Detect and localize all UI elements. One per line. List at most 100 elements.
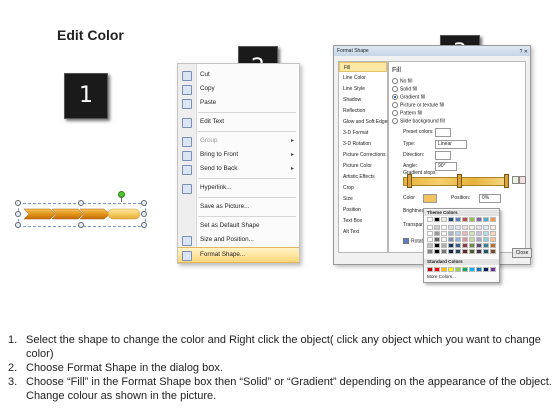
color-swatch[interactable] <box>490 267 496 272</box>
color-swatch[interactable] <box>455 249 461 254</box>
color-swatch[interactable] <box>462 217 468 222</box>
more-colors-link[interactable]: More Colors... <box>427 274 456 279</box>
sidebar-item-artistic-effects[interactable]: Artistic Effects <box>339 172 387 182</box>
sidebar-item-reflection[interactable]: Reflection <box>339 106 387 116</box>
color-swatch[interactable] <box>476 237 482 242</box>
color-swatch[interactable] <box>476 249 482 254</box>
color-swatch[interactable] <box>448 237 454 242</box>
color-swatch[interactable] <box>427 249 433 254</box>
color-swatch[interactable] <box>462 237 468 242</box>
sidebar-item-3d-format[interactable]: 3-D Format <box>339 128 387 138</box>
color-swatch[interactable] <box>448 217 454 222</box>
gradient-stop-handle[interactable] <box>457 174 462 188</box>
sidebar-item-picture-corrections[interactable]: Picture Corrections <box>339 150 387 160</box>
direction-dropdown[interactable] <box>435 151 451 160</box>
color-swatch[interactable] <box>455 217 461 222</box>
color-swatch[interactable] <box>455 243 461 248</box>
color-swatch[interactable] <box>469 249 475 254</box>
color-swatch[interactable] <box>469 231 475 236</box>
color-swatch[interactable] <box>434 225 440 230</box>
color-swatch[interactable] <box>476 243 482 248</box>
sidebar-item-glow[interactable]: Glow and Soft Edges <box>339 117 390 127</box>
menu-item-save-as-picture[interactable]: Save as Picture... <box>178 200 299 214</box>
sidebar-item-3d-rotation[interactable]: 3-D Rotation <box>339 139 387 149</box>
color-swatch[interactable] <box>434 217 440 222</box>
menu-item-send-to-back[interactable]: Send to Back ▸ <box>178 162 299 176</box>
sidebar-item-alt-text[interactable]: Alt Text <box>339 227 387 237</box>
sidebar-item-position[interactable]: Position <box>339 205 387 215</box>
menu-item-paste[interactable]: Paste <box>178 96 299 110</box>
resize-handle[interactable] <box>141 211 147 217</box>
color-swatch[interactable] <box>490 243 496 248</box>
color-swatch[interactable] <box>483 267 489 272</box>
color-swatch[interactable] <box>455 225 461 230</box>
menu-item-bring-to-front[interactable]: Bring to Front ▸ <box>178 148 299 162</box>
color-swatch[interactable] <box>434 249 440 254</box>
color-swatch[interactable] <box>434 243 440 248</box>
resize-handle[interactable] <box>15 222 21 228</box>
color-swatch[interactable] <box>462 267 468 272</box>
color-swatch[interactable] <box>490 231 496 236</box>
resize-handle[interactable] <box>141 222 147 228</box>
color-swatch[interactable] <box>448 243 454 248</box>
color-swatch[interactable] <box>427 243 433 248</box>
color-swatch[interactable] <box>441 237 447 242</box>
radio-no-fill[interactable]: No fill <box>392 78 413 84</box>
sidebar-item-picture-color[interactable]: Picture Color <box>339 161 387 171</box>
color-swatch[interactable] <box>441 217 447 222</box>
angle-input[interactable]: 90° <box>435 162 457 171</box>
resize-handle[interactable] <box>78 222 84 228</box>
gradient-bar[interactable] <box>403 177 509 186</box>
resize-handle[interactable] <box>15 211 21 217</box>
color-swatch[interactable] <box>441 231 447 236</box>
color-swatch[interactable] <box>476 231 482 236</box>
color-swatch[interactable] <box>476 225 482 230</box>
color-swatch[interactable] <box>441 225 447 230</box>
color-swatch[interactable] <box>434 231 440 236</box>
color-swatch[interactable] <box>427 225 433 230</box>
radio-slide-background-fill[interactable]: Slide background fill <box>392 118 445 124</box>
color-swatch[interactable] <box>448 249 454 254</box>
color-swatch[interactable] <box>455 237 461 242</box>
sidebar-item-crop[interactable]: Crop <box>339 183 387 193</box>
radio-picture-fill[interactable]: Picture or texture fill <box>392 102 444 108</box>
color-swatch[interactable] <box>434 267 440 272</box>
sidebar-item-size[interactable]: Size <box>339 194 387 204</box>
color-swatch[interactable] <box>490 249 496 254</box>
color-swatch[interactable] <box>483 243 489 248</box>
resize-handle[interactable] <box>78 200 84 206</box>
menu-item-edit-text[interactable]: Edit Text <box>178 115 299 129</box>
color-swatch[interactable] <box>448 267 454 272</box>
color-swatch[interactable] <box>427 237 433 242</box>
close-icon[interactable]: ? ✕ <box>520 47 528 57</box>
color-swatch[interactable] <box>462 249 468 254</box>
resize-handle[interactable] <box>141 200 147 206</box>
color-swatch[interactable] <box>462 231 468 236</box>
color-swatch[interactable] <box>441 267 447 272</box>
menu-item-group[interactable]: Group ▸ <box>178 134 299 148</box>
gradient-stop-handle[interactable] <box>504 174 509 188</box>
radio-pattern-fill[interactable]: Pattern fill <box>392 110 422 116</box>
color-swatch[interactable] <box>483 249 489 254</box>
remove-stop-icon[interactable] <box>519 176 526 184</box>
color-swatch[interactable] <box>462 243 468 248</box>
sidebar-item-fill[interactable]: Fill <box>339 62 387 72</box>
gradient-stop-handle[interactable] <box>407 174 412 188</box>
menu-item-copy[interactable]: Copy <box>178 82 299 96</box>
color-swatch[interactable] <box>455 267 461 272</box>
menu-item-hyperlink[interactable]: Hyperlink... <box>178 181 299 195</box>
color-swatch[interactable] <box>483 217 489 222</box>
color-swatch[interactable] <box>483 225 489 230</box>
menu-item-set-default-shape[interactable]: Set as Default Shape <box>178 219 299 233</box>
position-input[interactable]: 0% <box>479 194 501 203</box>
color-swatch[interactable] <box>483 237 489 242</box>
add-stop-icon[interactable] <box>512 176 519 184</box>
close-button[interactable]: Close <box>512 248 532 258</box>
arrow-shape[interactable] <box>20 205 144 223</box>
color-swatch[interactable] <box>476 267 482 272</box>
menu-item-format-shape[interactable]: Format Shape... <box>178 247 299 263</box>
sidebar-item-shadow[interactable]: Shadow <box>339 95 387 105</box>
color-swatch[interactable] <box>441 249 447 254</box>
color-swatch[interactable] <box>455 231 461 236</box>
color-swatch[interactable] <box>469 267 475 272</box>
